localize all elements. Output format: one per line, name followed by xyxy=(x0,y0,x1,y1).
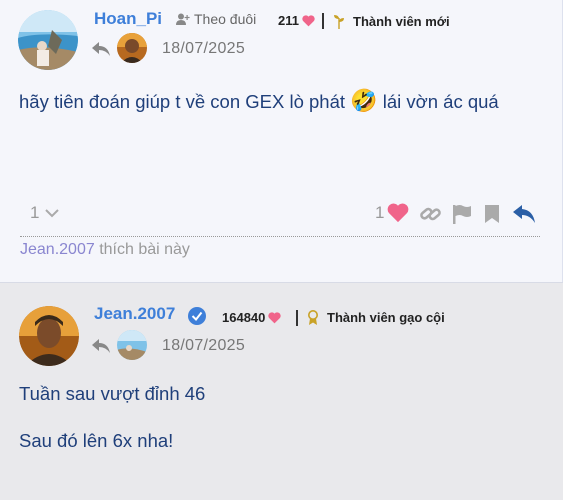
rank-badge: Thành viên mới xyxy=(333,13,450,29)
post-date[interactable]: 18/07/2025 xyxy=(162,40,245,58)
avatar-image-man xyxy=(117,33,147,63)
username[interactable]: Jean.2007 xyxy=(94,304,175,324)
like-count-badge: 164840 xyxy=(222,310,282,325)
person-plus-icon xyxy=(176,13,190,25)
avatar-image-beach xyxy=(18,10,78,70)
reply-to-icon xyxy=(92,339,110,353)
like-count-badge: 211 xyxy=(278,13,315,28)
liked-by-text: thích bài này xyxy=(99,241,190,258)
rank-label: Thành viên mới xyxy=(353,13,450,29)
like-button[interactable]: 1 xyxy=(375,203,409,223)
post-body: hãy tiên đoán giúp t về con GEX lò phát … xyxy=(19,86,539,117)
sprout-rank-icon xyxy=(334,15,344,29)
heart-icon xyxy=(388,203,409,223)
reply-to-avatar[interactable] xyxy=(117,33,147,63)
post-hoan-pi: Hoan_Pi Theo đuôi 211 Thành viên mới 18/… xyxy=(0,0,563,282)
link-icon[interactable] xyxy=(420,204,442,224)
liked-by: Jean.2007 thích bài này xyxy=(20,241,190,259)
chevron-down-icon xyxy=(45,209,60,218)
bookmark-icon[interactable] xyxy=(484,204,500,224)
post-body-line-2: Sau đó lên 6x nha! xyxy=(19,430,174,451)
post-jean-2007: Jean.2007 164840 Thành viên gạo cội 18/0… xyxy=(0,282,563,500)
post-body-text-1: hãy tiên đoán giúp t về con GEX lò phát xyxy=(19,91,346,112)
follow-button[interactable]: Theo đuôi xyxy=(176,11,256,27)
avatar-image-man xyxy=(19,306,79,366)
reply-to-icon xyxy=(92,42,110,56)
flag-icon[interactable] xyxy=(452,204,472,224)
rank-badge: Thành viên gạo cội xyxy=(307,310,445,325)
follow-label: Theo đuôi xyxy=(194,11,257,27)
avatar[interactable] xyxy=(18,10,78,70)
divider xyxy=(20,236,540,237)
liked-by-user[interactable]: Jean.2007 xyxy=(20,241,95,258)
like-total: 1 xyxy=(375,203,385,222)
post-body-text-2: lái vờn ác quá xyxy=(382,91,499,112)
like-count: 211 xyxy=(278,13,299,28)
post-body-line-1: Tuần sau vượt đỉnh 46 xyxy=(19,383,206,404)
heart-icon xyxy=(302,14,315,26)
username[interactable]: Hoan_Pi xyxy=(94,9,162,29)
divider xyxy=(296,310,298,326)
rofl-emoji-icon: 🤣 xyxy=(350,88,378,113)
reply-icon[interactable] xyxy=(513,205,535,223)
verified-badge-icon xyxy=(188,307,206,325)
medal-rank-icon xyxy=(308,310,318,325)
rank-label: Thành viên gạo cội xyxy=(327,310,445,325)
like-count: 164840 xyxy=(222,310,266,325)
reply-count: 1 xyxy=(30,203,40,222)
replies-toggle[interactable]: 1 xyxy=(30,203,60,223)
reply-to-avatar[interactable] xyxy=(117,330,147,360)
heart-icon xyxy=(268,311,282,323)
avatar[interactable] xyxy=(19,306,79,366)
divider xyxy=(322,13,324,29)
post-date[interactable]: 18/07/2025 xyxy=(162,337,245,355)
avatar-image-beach xyxy=(117,330,147,360)
